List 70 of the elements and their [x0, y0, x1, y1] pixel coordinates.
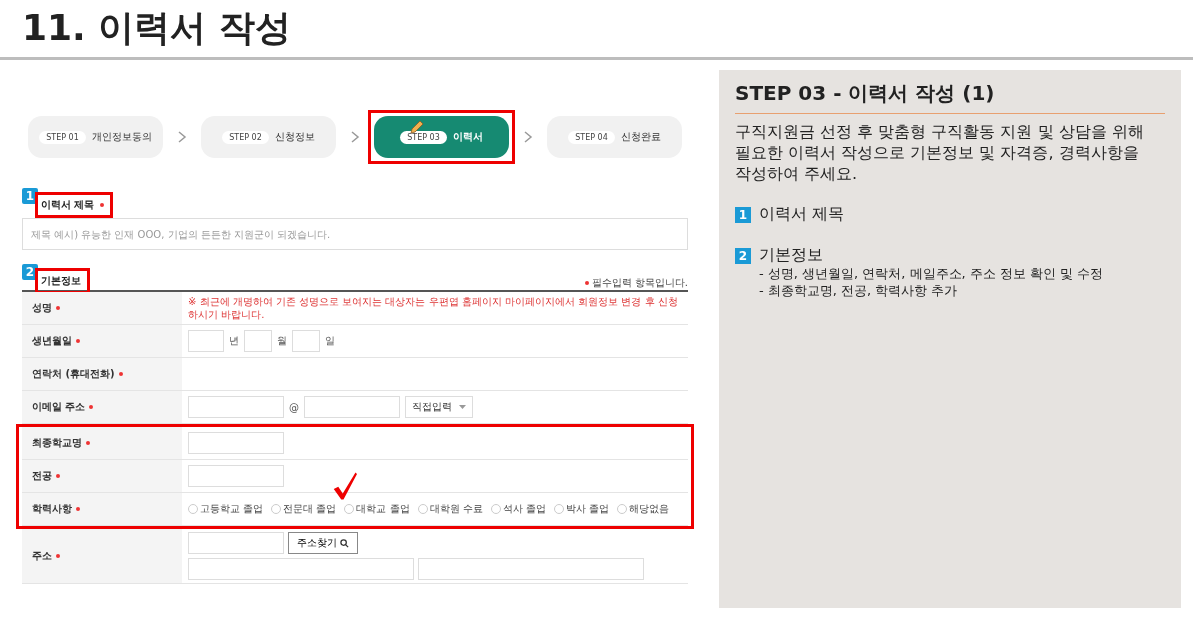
step-chip: STEP 02 [222, 130, 269, 144]
chevron-icon [177, 131, 187, 143]
radio-circle[interactable] [188, 504, 198, 514]
guide-text: 구직지원금 선정 후 맞춤형 구직활동 지원 및 상담을 위해 필요한 이력서 작성으로 기본정보 및 자격증, 경력사항을 작성하여 주세요. [735, 122, 1145, 185]
radio-option[interactable]: 전문대 졸업 [271, 502, 340, 516]
check-mark-icon [332, 471, 358, 501]
at-sign: @ [289, 401, 299, 413]
zip-field[interactable] [188, 532, 284, 554]
domain-field[interactable] [304, 396, 400, 418]
radio-option[interactable]: 고등학교 졸업 [188, 502, 267, 516]
email-field[interactable] [188, 396, 284, 418]
row-label: 학력사항 [22, 493, 182, 525]
guide-heading: STEP 03 - 이력서 작성 (1) [735, 80, 1165, 114]
guide-detail: - 성명, 생년월일, 연락처, 메일주소, 주소 정보 확인 및 수정 [759, 266, 1105, 284]
radio-circle[interactable] [344, 504, 355, 514]
caret-icon [459, 405, 466, 409]
notice-text: ※ 최근에 개명하여 기존 성명으로 보여지는 대상자는 우편엽 홈페이지 마이페이지에서 회원정보 변경 후 신청하시기 바랍니다. [188, 295, 679, 321]
detail-address-field[interactable] [418, 558, 644, 580]
row-label: 연락처 (휴대전화) [22, 358, 182, 390]
unit-label: 월 [277, 334, 287, 348]
required-note: 필수입력 항목입니다. [591, 276, 688, 290]
radio-option[interactable]: 대학교 졸업 [344, 502, 413, 516]
step-tab[interactable]: STEP 01 개인정보동의 [28, 116, 163, 158]
title-field[interactable]: 제목 예시) 유능한 인재 OOO, 기업의 든든한 지원군이 되겠습니다. [22, 218, 688, 250]
radio-option[interactable]: 대학원 수료 [417, 502, 486, 516]
radio-circle[interactable] [490, 504, 501, 514]
required-mark [584, 281, 589, 285]
radio-circle[interactable] [271, 504, 282, 514]
step-tab[interactable]: STEP 04 신청완료 [547, 116, 682, 158]
row-label: 전공 [22, 460, 182, 492]
row-label: 최종학교명 [22, 427, 182, 459]
radio-circle[interactable] [553, 504, 564, 514]
guide-item: 기본정보 [759, 245, 823, 267]
unit-label: 일 [325, 334, 335, 348]
guide-detail: - 최종학교명, 전공, 학력사항 추가 [759, 283, 959, 301]
row-label: 이메일 주소 [22, 391, 182, 423]
number-badge: 2 [22, 264, 38, 280]
search-icon [340, 538, 349, 548]
text-field[interactable] [188, 465, 284, 487]
number-badge: 2 [735, 247, 751, 264]
step-chip: STEP 04 [568, 130, 615, 144]
guide-item: 이력서 제목 [759, 204, 845, 226]
month-field[interactable] [244, 330, 272, 352]
text-field[interactable] [188, 432, 284, 454]
radio-circle[interactable] [417, 504, 428, 514]
pencil-icon [410, 120, 424, 134]
section-label: 이력서 제목 [41, 198, 95, 212]
chevron-icon [523, 131, 533, 143]
year-field[interactable] [188, 330, 224, 352]
radio-option[interactable]: 해당없음 [617, 502, 673, 516]
step-tab[interactable]: STEP 02 신청정보 [201, 116, 336, 158]
unit-label: 년 [229, 334, 239, 348]
domain-select[interactable]: 직접입력 [405, 396, 473, 418]
day-field[interactable] [292, 330, 320, 352]
section-label: 기본정보 [41, 274, 81, 288]
step-chip: STEP 01 [39, 130, 86, 144]
step-tab[interactable]: STEP 03 이력서 [374, 116, 509, 158]
address-search-button[interactable]: 주소찾기 [288, 532, 358, 554]
step-chip: STEP 03 [400, 130, 447, 144]
row-label: 생년월일 [22, 325, 182, 357]
page-title: 11. 이력서 작성 [22, 6, 291, 50]
row-label: 성명 [22, 292, 182, 324]
address-field[interactable] [188, 558, 414, 580]
radio-circle[interactable] [617, 504, 628, 514]
number-badge: 1 [735, 206, 751, 223]
radio-option[interactable]: 박사 졸업 [553, 502, 613, 516]
row-label: 주소 [22, 529, 182, 583]
number-badge: 1 [22, 188, 38, 204]
radio-option[interactable]: 석사 졸업 [490, 502, 549, 516]
chevron-icon [350, 131, 360, 143]
